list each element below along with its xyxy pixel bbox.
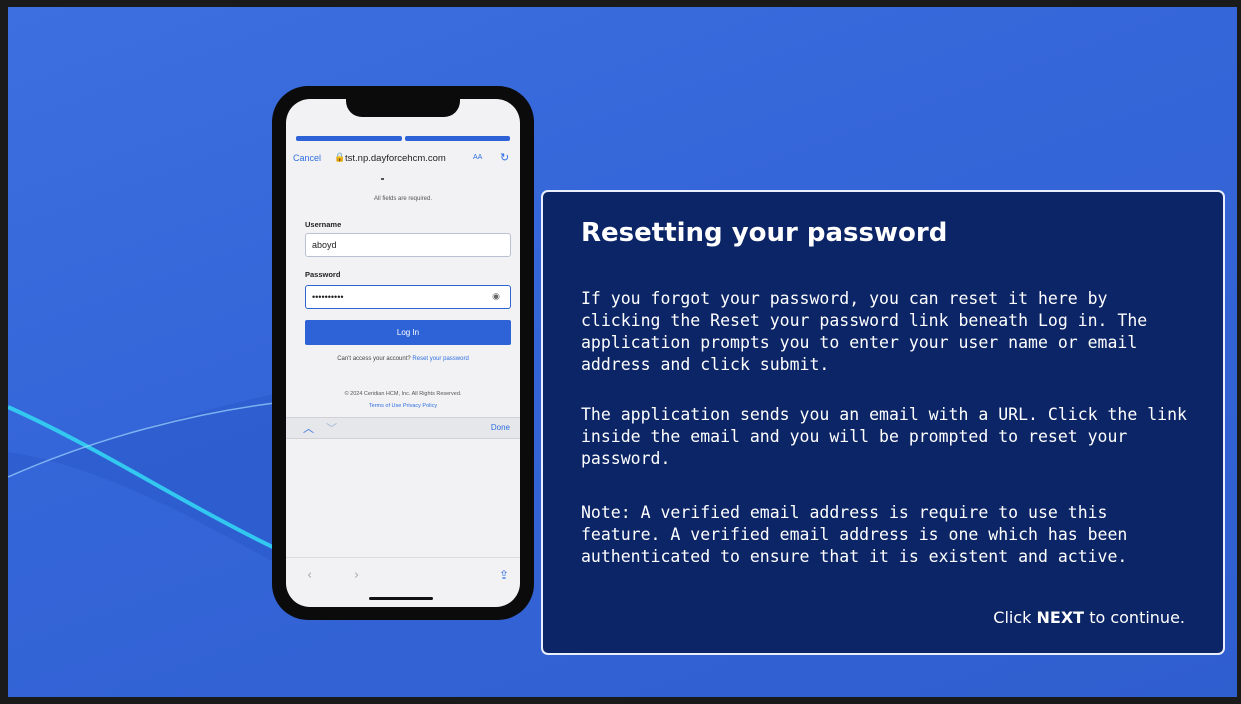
phone-notch bbox=[346, 95, 460, 117]
password-label: Password bbox=[305, 270, 341, 279]
password-value: •••••••••• bbox=[312, 292, 344, 302]
copyright: © 2024 Ceridian HCM, Inc. All Rights Res… bbox=[344, 391, 462, 397]
text-size-button[interactable]: AA bbox=[473, 154, 482, 161]
privacy-link[interactable]: Privacy Policy bbox=[403, 403, 437, 409]
panel-paragraph-2: The application sends you an email with … bbox=[581, 405, 1187, 468]
username-value: aboyd bbox=[312, 240, 337, 250]
reload-icon[interactable]: ↻ bbox=[500, 151, 509, 164]
login-button[interactable]: Log In bbox=[305, 320, 511, 345]
panel-paragraph-1: If you forgot your password, you can res… bbox=[581, 289, 1148, 374]
panel-paragraph-3: Note: A verified email address is requir… bbox=[581, 503, 1128, 566]
terms-link[interactable]: Terms of Use bbox=[369, 403, 401, 409]
panel-title: Resetting your password bbox=[581, 218, 948, 248]
lock-icon: 🔒 bbox=[334, 152, 346, 162]
phone-screen: Cancel 🔒 tst.np.dayforcehcm.com AA ↻ All… bbox=[286, 99, 520, 607]
cta-suffix: to continue. bbox=[1089, 608, 1185, 627]
back-icon[interactable]: ‹ bbox=[307, 568, 312, 583]
username-field[interactable]: aboyd bbox=[305, 233, 511, 257]
url-text[interactable]: tst.np.dayforcehcm.com bbox=[345, 153, 446, 164]
legal-links: Terms of Use Privacy Policy bbox=[286, 403, 520, 409]
reset-password-link[interactable]: Reset your password bbox=[412, 356, 468, 362]
tab-strip bbox=[296, 136, 510, 141]
password-field[interactable]: •••••••••• ◉ bbox=[305, 285, 511, 309]
done-button[interactable]: Done bbox=[491, 423, 510, 432]
chevron-down-icon[interactable]: ﹀ bbox=[326, 420, 337, 436]
cancel-link[interactable]: Cancel bbox=[293, 153, 321, 163]
eye-icon[interactable]: ◉ bbox=[492, 291, 500, 302]
chevron-up-icon[interactable]: ︿ bbox=[303, 420, 314, 436]
home-indicator bbox=[369, 597, 433, 600]
info-panel: Resetting your password If you forgot yo… bbox=[541, 190, 1225, 655]
username-label: Username bbox=[305, 220, 342, 229]
access-text: Can't access your account? bbox=[337, 356, 411, 362]
next-label: NEXT bbox=[1036, 608, 1085, 627]
continue-instruction: Click NEXT to continue. bbox=[993, 608, 1185, 627]
access-help: Can't access your account? Reset your pa… bbox=[286, 356, 520, 362]
forward-icon[interactable]: › bbox=[354, 568, 359, 583]
cta-prefix: Click bbox=[993, 608, 1032, 627]
share-icon[interactable]: ⇪ bbox=[499, 568, 509, 582]
keyboard-accessory-bar: ︿ ﹀ Done bbox=[286, 417, 520, 439]
required-note: All fields are required. bbox=[373, 196, 433, 202]
browser-url-bar: Cancel 🔒 tst.np.dayforcehcm.com AA ↻ bbox=[286, 149, 520, 169]
divider-mark bbox=[381, 178, 384, 180]
